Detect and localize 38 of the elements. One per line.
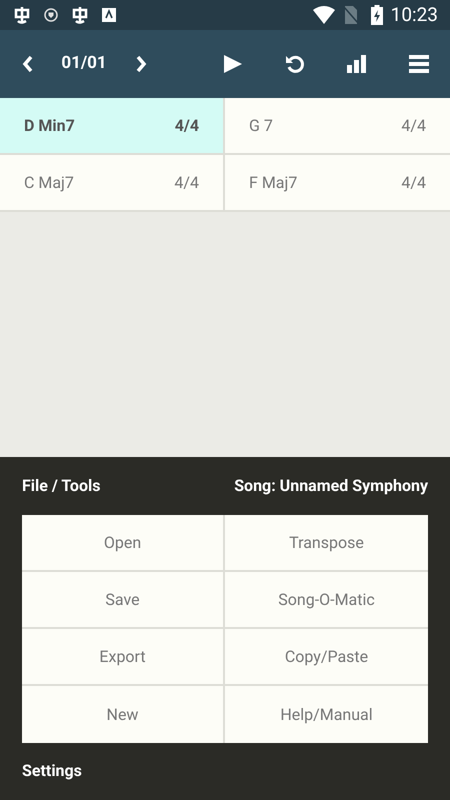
tool-button[interactable]: Song-O-Matic bbox=[225, 572, 428, 629]
chord-name: F Maj7 bbox=[249, 172, 298, 194]
chevron-right-icon bbox=[135, 55, 147, 73]
chevron-left-icon bbox=[22, 55, 34, 73]
tool-button[interactable]: New bbox=[22, 686, 225, 743]
tool-button[interactable]: Export bbox=[22, 629, 225, 686]
tool-button[interactable]: Save bbox=[22, 572, 225, 629]
song-title: Song: Unnamed Symphony bbox=[234, 475, 428, 497]
tool-button[interactable]: Transpose bbox=[225, 515, 428, 572]
tool-button[interactable]: Copy/Paste bbox=[225, 629, 428, 686]
chord-cell[interactable]: C Maj7 4/4 bbox=[0, 155, 225, 212]
wifi-icon bbox=[312, 6, 335, 24]
app-icon bbox=[102, 8, 116, 22]
tool-button[interactable]: Open bbox=[22, 515, 225, 572]
chord-name: C Maj7 bbox=[24, 172, 74, 194]
chord-cell[interactable]: G 7 4/4 bbox=[225, 98, 450, 155]
play-icon bbox=[224, 55, 242, 73]
panel-title: File / Tools bbox=[22, 475, 100, 497]
chord-cell[interactable]: F Maj7 4/4 bbox=[225, 155, 450, 212]
time-signature: 4/4 bbox=[401, 114, 426, 136]
chord-name: D Min7 bbox=[24, 114, 75, 136]
clock: 10:23 bbox=[390, 2, 438, 28]
time-signature: 4/4 bbox=[174, 172, 199, 194]
notification-icon bbox=[70, 5, 90, 25]
refresh-icon bbox=[285, 54, 305, 74]
page-counter: 01/01 bbox=[60, 52, 108, 76]
tool-button[interactable]: Help/Manual bbox=[225, 686, 428, 743]
chord-cell[interactable]: D Min7 4/4 bbox=[0, 98, 225, 155]
shield-icon bbox=[44, 8, 58, 22]
notification-icon bbox=[12, 5, 32, 25]
bar-chart-icon bbox=[347, 55, 367, 73]
chord-name: G 7 bbox=[249, 114, 273, 136]
time-signature: 4/4 bbox=[401, 172, 426, 194]
no-sim-icon bbox=[342, 6, 359, 24]
settings-link[interactable]: Settings bbox=[22, 759, 82, 783]
time-signature: 4/4 bbox=[174, 114, 199, 136]
menu-icon bbox=[409, 55, 429, 73]
battery-charging-icon bbox=[370, 5, 383, 25]
